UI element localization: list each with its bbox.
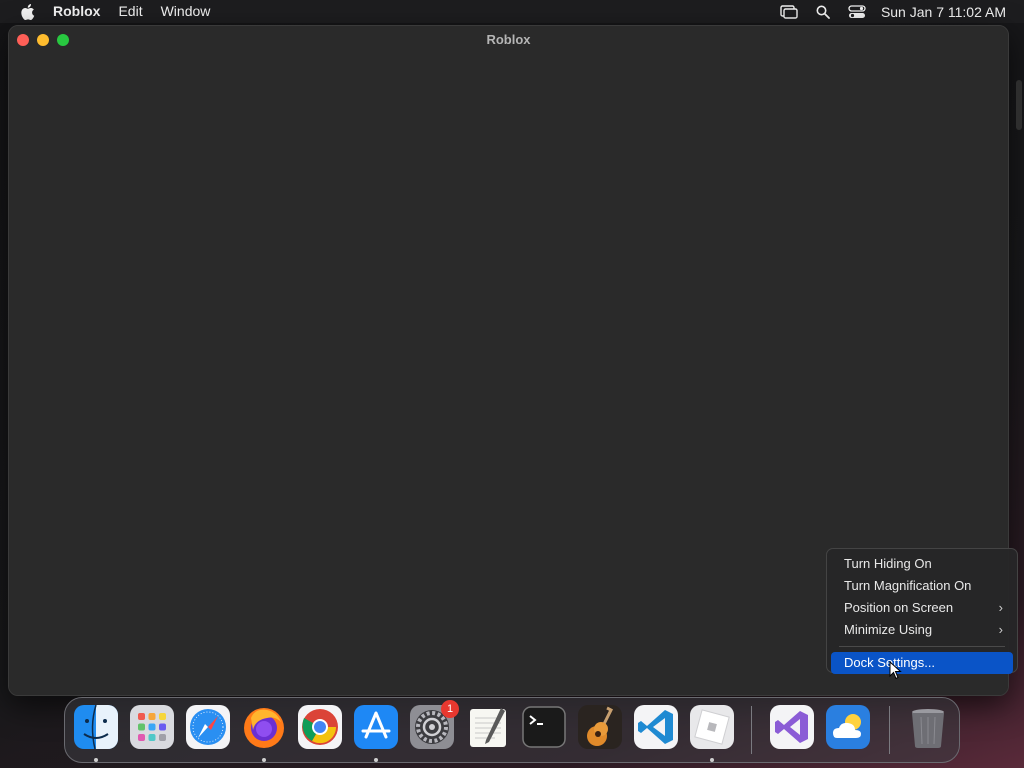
app-store-icon	[354, 705, 398, 749]
dock-vscode[interactable]	[633, 704, 679, 750]
textedit-icon	[470, 708, 506, 747]
dock-separator	[751, 706, 752, 754]
control-center-icon[interactable]	[847, 4, 867, 20]
dock: 1	[64, 697, 960, 763]
menu-separator	[839, 646, 1005, 647]
vscode-icon	[634, 705, 678, 749]
dock-separator	[889, 706, 890, 754]
menu-item-label: Position on Screen	[844, 600, 954, 615]
dock-firefox[interactable]	[241, 704, 287, 750]
menu-bar: Roblox Edit Window Sun Jan 7 11:02 AM	[0, 0, 1024, 23]
terminal-icon	[522, 706, 566, 748]
dock-terminal[interactable]	[521, 704, 567, 750]
running-indicator	[710, 758, 714, 762]
chevron-right-icon: ›	[998, 600, 1003, 615]
running-indicator	[374, 758, 378, 762]
running-indicator	[94, 758, 98, 762]
notification-badge: 1	[441, 700, 459, 718]
apple-menu-icon[interactable]	[18, 3, 36, 21]
dock-textedit[interactable]	[465, 704, 511, 750]
menu-item-label: Turn Hiding On	[844, 556, 932, 571]
dock-context-menu: Turn Hiding On Turn Magnification On Pos…	[826, 548, 1018, 674]
menu-item-label: Turn Magnification On	[844, 578, 972, 593]
menu-item-dock-settings[interactable]: Dock Settings...	[831, 652, 1013, 674]
finder-icon	[74, 704, 118, 750]
dock-weather[interactable]	[825, 704, 871, 750]
menu-bar-clock[interactable]: Sun Jan 7 11:02 AM	[881, 4, 1006, 20]
screen-mirroring-icon[interactable]	[779, 4, 799, 20]
dock-finder[interactable]	[73, 704, 119, 750]
menu-item-label: Minimize Using	[844, 622, 933, 637]
menu-item-minimize-using[interactable]: Minimize Using ›	[831, 619, 1013, 641]
trash-icon	[912, 709, 944, 748]
menu-item-position-on-screen[interactable]: Position on Screen ›	[831, 597, 1013, 619]
menu-item-turn-hiding-on[interactable]: Turn Hiding On	[831, 553, 1013, 575]
chrome-icon	[298, 705, 342, 749]
dock-trash[interactable]	[905, 704, 951, 750]
menu-item-turn-magnification-on[interactable]: Turn Magnification On	[831, 575, 1013, 597]
weather-icon	[826, 705, 870, 749]
background-window-edge	[1016, 80, 1022, 130]
window-title: Roblox	[486, 32, 531, 47]
launchpad-icon	[130, 705, 174, 749]
running-indicator	[262, 758, 266, 762]
menu-edit[interactable]: Edit	[118, 0, 142, 23]
dock-chrome[interactable]	[297, 704, 343, 750]
dock-garageband[interactable]	[577, 704, 623, 750]
dock-app-store[interactable]	[353, 704, 399, 750]
dock-safari[interactable]	[185, 704, 231, 750]
dock-launchpad[interactable]	[129, 704, 175, 750]
menu-window[interactable]: Window	[161, 0, 211, 23]
chevron-right-icon: ›	[998, 622, 1003, 637]
dock-system-settings[interactable]: 1	[409, 700, 459, 750]
safari-icon	[186, 705, 230, 749]
visual-studio-icon	[770, 705, 814, 749]
mouse-pointer-icon	[889, 661, 902, 680]
roblox-icon	[690, 705, 734, 749]
dock-roblox[interactable]	[689, 704, 735, 750]
menu-app-name[interactable]: Roblox	[53, 0, 100, 23]
garageband-icon	[578, 705, 622, 749]
dock-visual-studio[interactable]	[769, 704, 815, 750]
window-titlebar[interactable]: Roblox	[9, 26, 1008, 54]
spotlight-search-icon[interactable]	[813, 4, 833, 20]
firefox-icon	[244, 708, 284, 748]
